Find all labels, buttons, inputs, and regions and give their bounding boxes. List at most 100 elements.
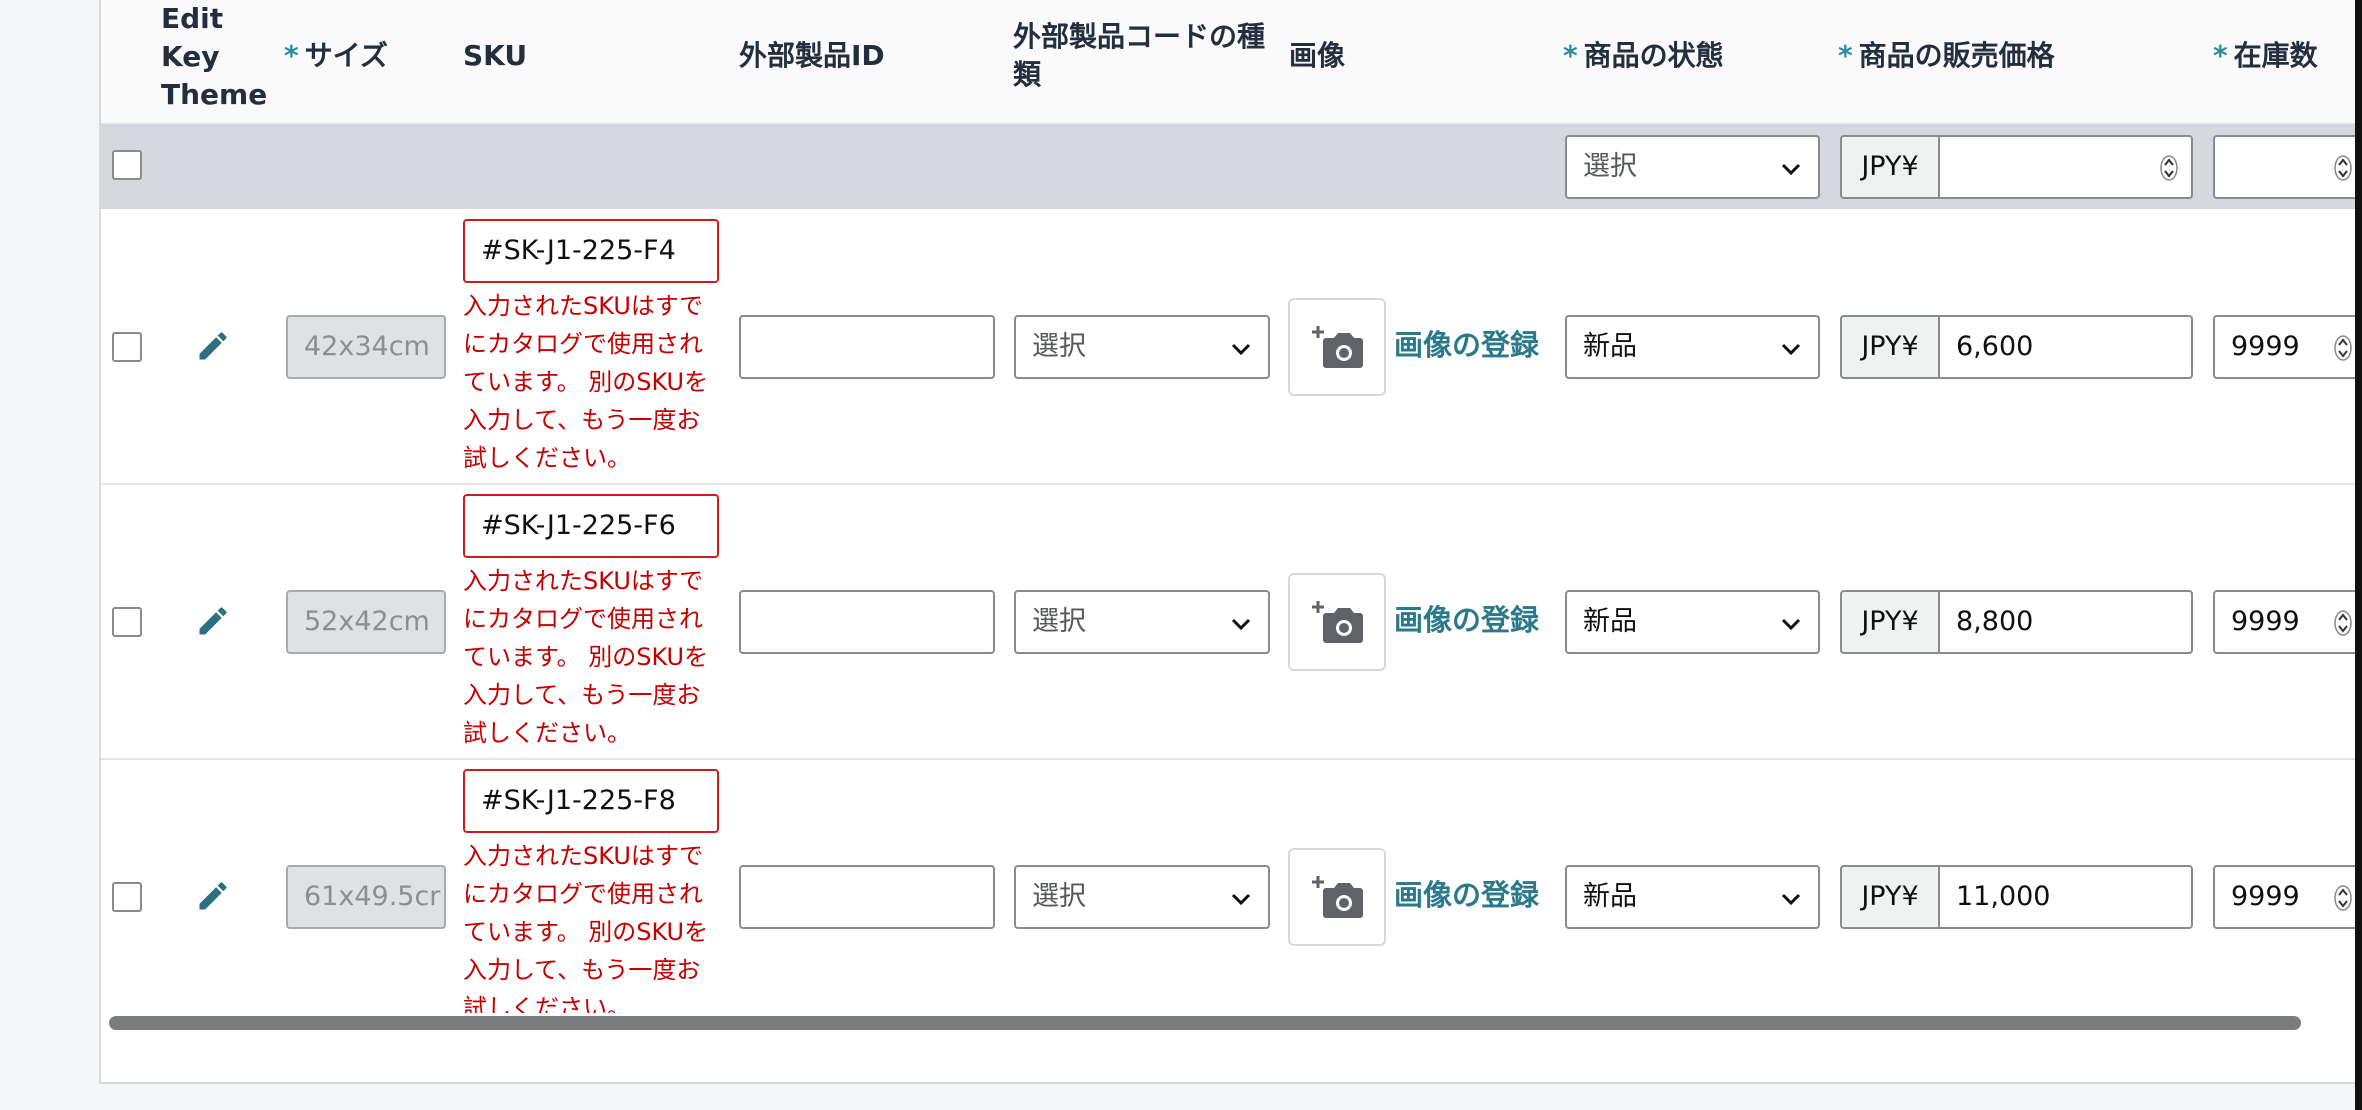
condition-select[interactable]: 新品 [1565, 315, 1820, 379]
bulk-stock-input[interactable] [2213, 135, 2357, 199]
error-line: 入力して、もう一度お [463, 681, 701, 709]
pencil-icon[interactable] [195, 878, 231, 914]
spinner-arrows-icon[interactable] [2333, 153, 2353, 183]
spinner-arrows-icon[interactable] [2159, 153, 2179, 183]
header-condition-label: 商品の状態 [1583, 39, 1724, 72]
header-theme-line: Theme [161, 78, 268, 111]
stock-input[interactable]: 9999 [2213, 865, 2357, 929]
external-code-type-select[interactable]: 選択 [1014, 315, 1270, 379]
bulk-price-input[interactable] [1938, 135, 2193, 199]
currency-label: JPY¥ [1840, 865, 1938, 929]
sku-error-message: 入力されたSKUはすで にカタログで使用され ています。 別のSKUを 入力して… [463, 837, 713, 1013]
error-line: にカタログで使用され [463, 880, 703, 908]
row-checkbox[interactable] [112, 882, 142, 912]
header-stock: * 在庫数 [2213, 37, 2318, 75]
spinner-arrows-icon[interactable] [2333, 883, 2353, 913]
error-line: 試しください。 [463, 719, 631, 747]
error-line: ています。 別のSKUを [463, 368, 709, 396]
code-type-value: 選択 [1032, 331, 1086, 362]
chevron-down-icon [1781, 163, 1801, 176]
chevron-down-icon [1231, 618, 1251, 631]
external-product-id-input[interactable] [739, 315, 995, 379]
stock-value: 9999 [2231, 881, 2300, 912]
header-external-code-type: 外部製品コードの種 類 [1013, 18, 1265, 94]
bulk-condition-select[interactable]: 選択 [1565, 135, 1820, 199]
header-price: * 商品の販売価格 [1838, 37, 2055, 75]
currency-label: JPY¥ [1840, 315, 1938, 379]
error-line: にカタログで使用され [463, 330, 703, 358]
price-input[interactable]: 11,000 [1938, 865, 2193, 929]
row-checkbox[interactable] [112, 607, 142, 637]
external-code-type-select[interactable]: 選択 [1014, 865, 1270, 929]
table-row: 42x34cm #SK-J1-225-F4 入力されたSKUはすで にカタログで… [101, 209, 2357, 485]
header-code-type-line2: 類 [1013, 58, 1042, 91]
condition-select[interactable]: 新品 [1565, 590, 1820, 654]
error-line: 入力されたSKUはすで [463, 842, 704, 870]
row-checkbox[interactable] [112, 332, 142, 362]
size-field: 61x49.5cr [286, 865, 446, 929]
size-field: 52x42cm [286, 590, 446, 654]
add-photo-icon [1312, 601, 1363, 643]
select-all-checkbox[interactable] [112, 150, 142, 180]
header-sku: SKU [463, 39, 528, 72]
chevron-down-icon [1231, 893, 1251, 906]
condition-value: 新品 [1583, 606, 1637, 637]
required-mark: * [1563, 39, 1578, 72]
error-line: ています。 別のSKUを [463, 918, 709, 946]
error-line: 入力して、もう一度お [463, 406, 701, 434]
external-code-type-select[interactable]: 選択 [1014, 590, 1270, 654]
condition-select[interactable]: 新品 [1565, 865, 1820, 929]
sku-error-message: 入力されたSKUはすで にカタログで使用され ています。 別のSKUを 入力して… [463, 562, 713, 752]
stock-value: 9999 [2231, 606, 2300, 637]
bulk-condition-value: 選択 [1583, 151, 1637, 182]
sku-input[interactable]: #SK-J1-225-F8 [463, 769, 719, 833]
image-upload-box[interactable] [1288, 298, 1386, 396]
error-line: ています。 別のSKUを [463, 643, 709, 671]
image-upload-box[interactable] [1288, 848, 1386, 946]
pencil-icon[interactable] [195, 603, 231, 639]
code-type-value: 選択 [1032, 881, 1086, 912]
error-line: にカタログで使用され [463, 605, 703, 633]
error-line: 入力されたSKUはすで [463, 292, 704, 320]
sku-input[interactable]: #SK-J1-225-F4 [463, 219, 719, 283]
header-edit-line: Edit [161, 2, 224, 35]
error-line: 試しください。 [463, 444, 631, 472]
chevron-down-icon [1231, 343, 1251, 356]
size-field: 42x34cm [286, 315, 446, 379]
price-input[interactable]: 8,800 [1938, 590, 2193, 654]
code-type-value: 選択 [1032, 606, 1086, 637]
header-code-type-line1: 外部製品コードの種 [1013, 20, 1266, 53]
required-mark: * [2213, 39, 2228, 72]
table-header: Edit Key Theme * サイズ SKU 外部製品ID 外部製品コードの種… [101, 0, 2357, 124]
register-image-link[interactable]: 画像の登録 [1394, 325, 1539, 365]
stock-input[interactable]: 9999 [2213, 590, 2357, 654]
error-line: 入力されたSKUはすで [463, 567, 704, 595]
external-product-id-input[interactable] [739, 590, 995, 654]
table-row: 61x49.5cr #SK-J1-225-F8 入力されたSKUはすで にカタロ… [101, 759, 2357, 1017]
external-product-id-input[interactable] [739, 865, 995, 929]
pencil-icon[interactable] [195, 328, 231, 364]
spinner-arrows-icon[interactable] [2333, 333, 2353, 363]
horizontal-scrollbar[interactable] [109, 1016, 2301, 1030]
table-row: 52x42cm #SK-J1-225-F6 入力されたSKUはすで にカタログで… [101, 484, 2357, 760]
price-input[interactable]: 6,600 [1938, 315, 2193, 379]
header-price-label: 商品の販売価格 [1858, 39, 2055, 72]
add-photo-icon [1312, 876, 1363, 918]
header-external-product-id: 外部製品ID [739, 39, 885, 72]
image-upload-box[interactable] [1288, 573, 1386, 671]
stock-input[interactable]: 9999 [2213, 315, 2357, 379]
spinner-arrows-icon[interactable] [2333, 608, 2353, 638]
bulk-edit-row: 選択 JPY¥ [101, 124, 2357, 209]
header-image: 画像 [1289, 39, 1346, 72]
sku-input[interactable]: #SK-J1-225-F6 [463, 494, 719, 558]
error-line: 入力して、もう一度お [463, 956, 701, 984]
register-image-link[interactable]: 画像の登録 [1394, 875, 1539, 915]
condition-value: 新品 [1583, 881, 1637, 912]
bulk-currency-label: JPY¥ [1840, 135, 1938, 199]
header-size: * サイズ [284, 37, 388, 75]
chevron-down-icon [1781, 893, 1801, 906]
required-mark: * [284, 39, 299, 72]
window-edge [2355, 0, 2362, 1110]
register-image-link[interactable]: 画像の登録 [1394, 600, 1539, 640]
add-photo-icon [1312, 326, 1363, 368]
